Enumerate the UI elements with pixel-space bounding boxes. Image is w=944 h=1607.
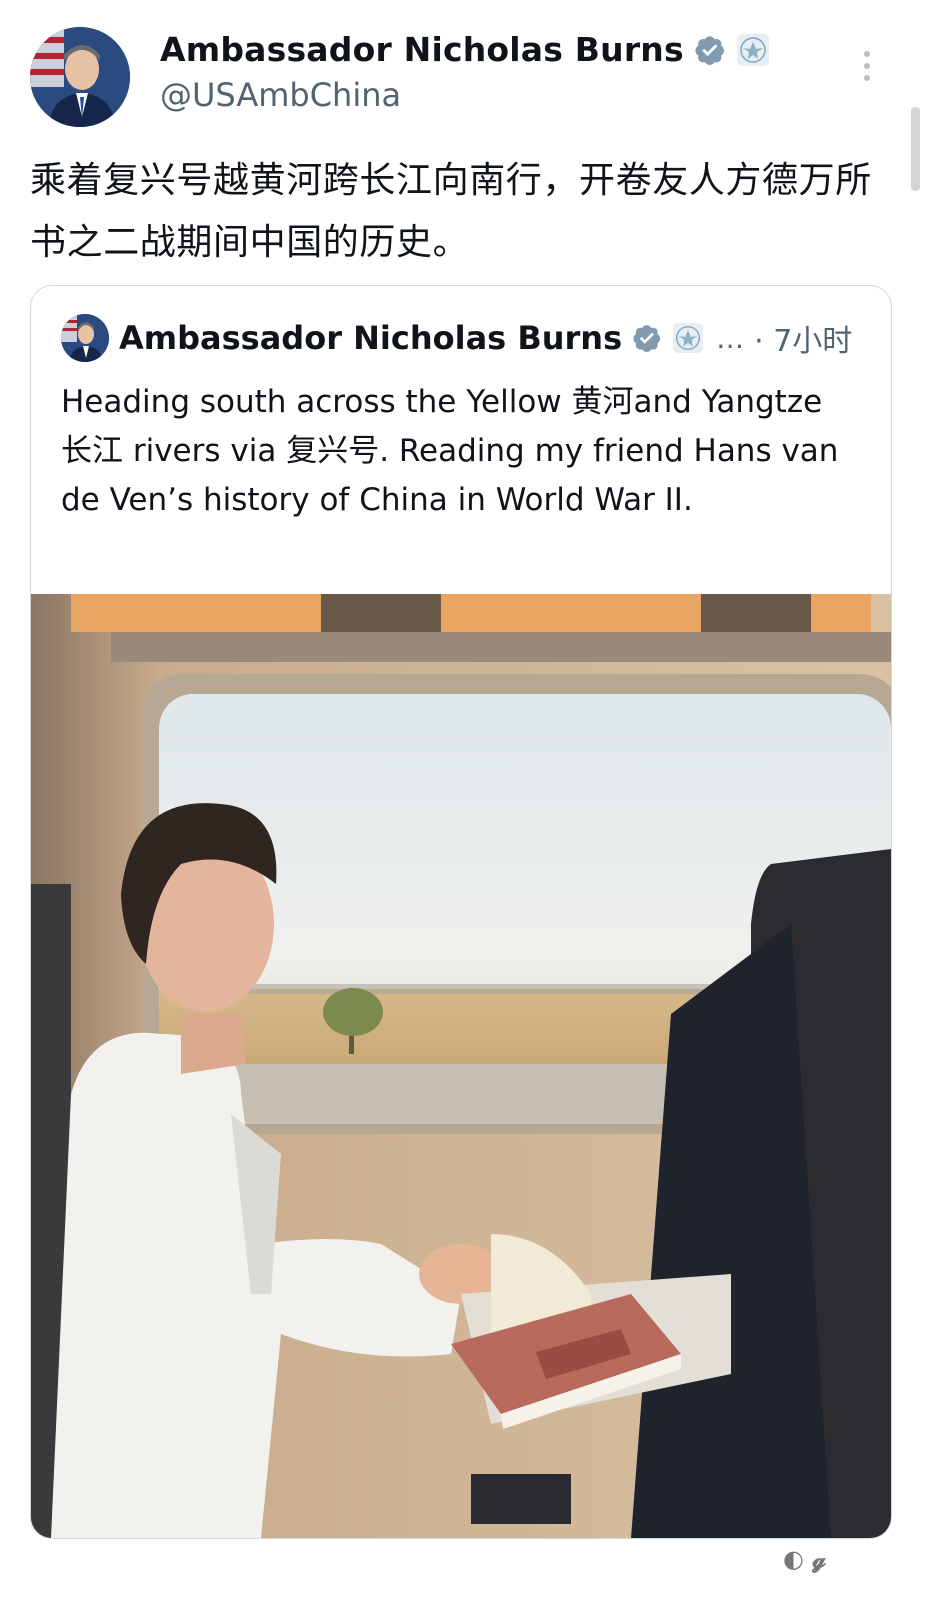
- tweet-text: 乘着复兴号越黄河跨长江向南行，开卷友人方德万所书之二战期间中国的历史。: [30, 160, 872, 263]
- author-avatar[interactable]: [30, 27, 130, 127]
- quoted-tweet-card[interactable]: Ambassador Nicholas Burns … · 7小时 Headin…: [30, 285, 892, 1539]
- quoted-avatar[interactable]: [61, 314, 109, 362]
- quoted-tweet-photo[interactable]: [31, 594, 891, 1538]
- quoted-author-name[interactable]: Ambassador Nicholas Burns: [119, 319, 622, 357]
- author-handle[interactable]: @USAmbChina: [160, 76, 401, 114]
- us-seal-icon: [673, 322, 704, 354]
- more-options-icon[interactable]: [860, 48, 874, 84]
- author-header: Ambassador Nicholas Burns: [160, 30, 770, 69]
- verified-badge-icon: [633, 325, 661, 352]
- quoted-header: Ambassador Nicholas Burns … · 7小时: [61, 314, 852, 362]
- quoted-timestamp[interactable]: · 7小时: [754, 316, 852, 360]
- scrollbar-thumb[interactable]: [911, 107, 920, 191]
- us-seal-icon: [736, 33, 769, 66]
- author-name[interactable]: Ambassador Nicholas Burns: [160, 30, 684, 69]
- verified-badge-icon: [695, 35, 724, 65]
- watermark: ◐ 𝓰: [783, 1545, 827, 1573]
- quoted-ellipsis: …: [716, 321, 745, 355]
- quoted-tweet-text: Heading south across the Yellow 黄河and Ya…: [61, 384, 839, 518]
